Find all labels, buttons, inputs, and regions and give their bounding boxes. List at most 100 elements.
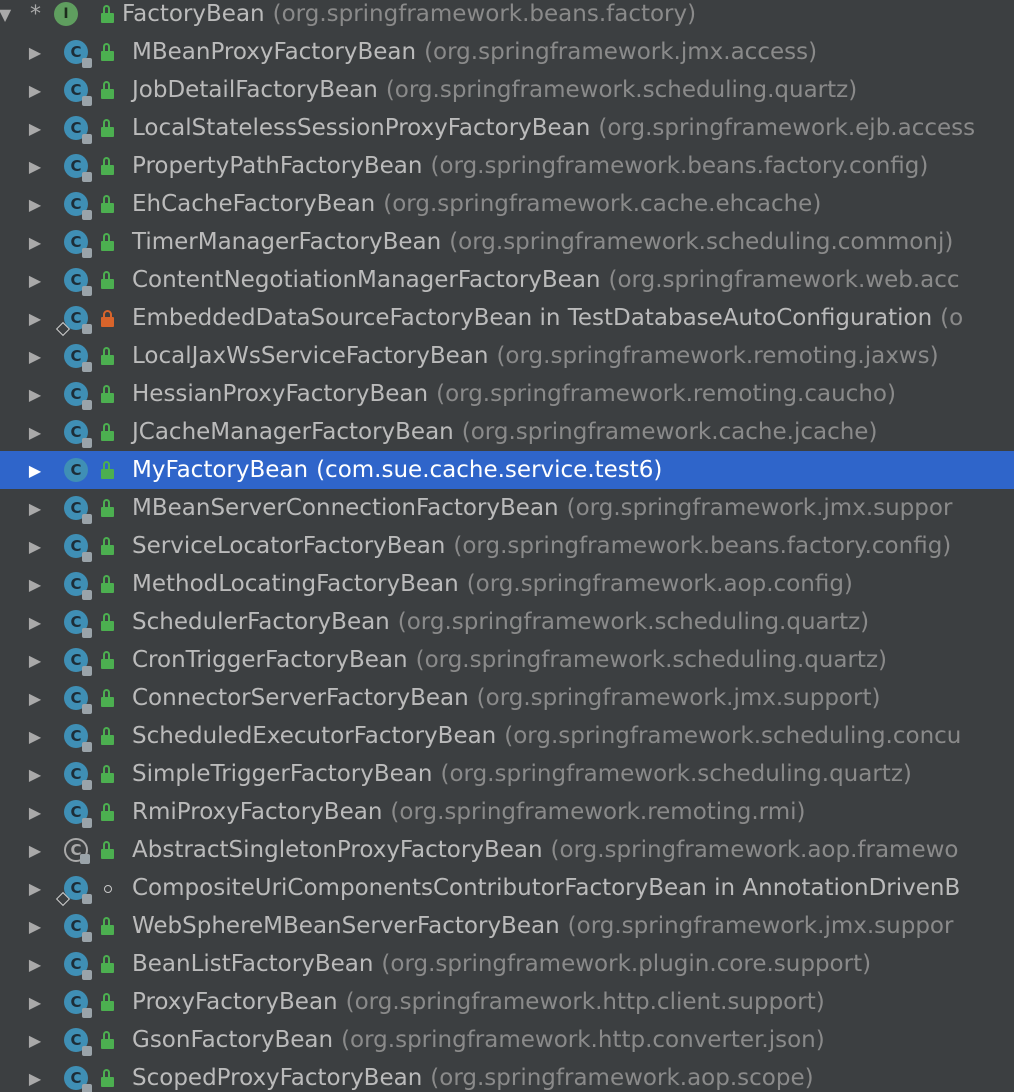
- class-name: EmbeddedDataSourceFactoryBean in TestDat…: [132, 305, 933, 331]
- tree-row[interactable]: ▶ C SimpleTriggerFactoryBean (org.springfra…: [0, 755, 1014, 793]
- tree-row[interactable]: ▶ C MBeanProxyFactoryBean (org.springframew…: [0, 33, 1014, 71]
- tree-row[interactable]: ▶ C JCacheManagerFactoryBean (org.springfra…: [0, 413, 1014, 451]
- tree-row[interactable]: ▶ C ScheduledExecutorFactoryBean (org.sprin…: [0, 717, 1014, 755]
- public-lock-icon: [98, 423, 116, 441]
- chevron-right-icon[interactable]: ▶: [24, 907, 46, 945]
- chevron-right-icon[interactable]: ▶: [24, 603, 46, 641]
- chevron-right-icon[interactable]: ▶: [24, 717, 46, 755]
- class-name: LocalStatelessSessionProxyFactoryBean: [132, 115, 591, 141]
- chevron-right-icon[interactable]: ▶: [24, 565, 46, 603]
- chevron-right-icon[interactable]: ▶: [24, 33, 46, 71]
- class-icon: C: [64, 610, 92, 638]
- library-lock-icon: [82, 362, 92, 372]
- class-name: CronTriggerFactoryBean: [132, 647, 408, 673]
- chevron-right-icon[interactable]: ▶: [24, 375, 46, 413]
- class-name: HessianProxyFactoryBean: [132, 381, 429, 407]
- class-name: AbstractSingletonProxyFactoryBean: [132, 837, 543, 863]
- class-icon: C: [64, 686, 92, 714]
- public-lock-icon: [98, 195, 116, 213]
- type-hierarchy-tree[interactable]: ▼ * I FactoryBean (org.springframework.b…: [0, 0, 1014, 1092]
- tree-row[interactable]: ▶ C EmbeddedDataSourceFactoryBean in TestD…: [0, 299, 1014, 337]
- chevron-right-icon[interactable]: ▶: [24, 337, 46, 375]
- chevron-right-icon[interactable]: ▶: [24, 869, 46, 907]
- tree-row[interactable]: ▶ C HessianProxyFactoryBean (org.springfram…: [0, 375, 1014, 413]
- tree-row[interactable]: ▶ C AbstractSingletonProxyFactoryBean (org.…: [0, 831, 1014, 869]
- class-name: LocalJaxWsServiceFactoryBean: [132, 343, 489, 369]
- package-name: (org.springframework.jmx.support): [476, 685, 881, 711]
- class-name: WebSphereMBeanServerFactoryBean: [132, 913, 560, 939]
- chevron-right-icon[interactable]: ▶: [24, 1059, 46, 1092]
- root-marker: *: [30, 1, 41, 27]
- class-icon: C: [64, 762, 92, 790]
- chevron-right-icon[interactable]: ▶: [24, 489, 46, 527]
- library-lock-icon: [82, 286, 92, 296]
- root-class-name: FactoryBean: [122, 1, 265, 27]
- class-name: ConnectorServerFactoryBean: [132, 685, 469, 711]
- package-name: (org.springframework.plugin.core.support…: [381, 951, 872, 977]
- chevron-right-icon[interactable]: ▶: [24, 793, 46, 831]
- root-package-name: (org.springframework.beans.factory): [272, 1, 697, 27]
- chevron-right-icon[interactable]: ▶: [24, 71, 46, 109]
- package-name: (com.sue.cache.service.test6): [316, 457, 663, 483]
- chevron-right-icon[interactable]: ▶: [24, 451, 46, 489]
- class-name: ContentNegotiationManagerFactoryBean: [132, 267, 601, 293]
- package-name: (org.springframework.scheduling.commonj): [449, 229, 954, 255]
- tree-row[interactable]: ▶ C LocalStatelessSessionProxyFactoryBean (…: [0, 109, 1014, 147]
- public-lock-icon: [98, 499, 116, 517]
- chevron-right-icon[interactable]: ▶: [24, 223, 46, 261]
- chevron-right-icon[interactable]: ▶: [24, 831, 46, 869]
- chevron-right-icon[interactable]: ▶: [24, 983, 46, 1021]
- package-name: (org.springframework.jmx.suppor: [567, 913, 954, 939]
- tree-row[interactable]: ▶ C ServiceLocatorFactoryBean (org.springfr…: [0, 527, 1014, 565]
- chevron-right-icon[interactable]: ▶: [24, 679, 46, 717]
- tree-row[interactable]: ▶ C JobDetailFactoryBean (org.springframewo…: [0, 71, 1014, 109]
- tree-row[interactable]: ▶ C RmiProxyFactoryBean (org.springframewor…: [0, 793, 1014, 831]
- package-visibility-icon: [98, 879, 116, 897]
- chevron-right-icon[interactable]: ▶: [24, 185, 46, 223]
- public-lock-icon: [98, 81, 116, 99]
- chevron-right-icon[interactable]: ▶: [24, 261, 46, 299]
- tree-row[interactable]: ▶ C EhCacheFactoryBean (org.springframework…: [0, 185, 1014, 223]
- tree-row[interactable]: ▶ C LocalJaxWsServiceFactoryBean (org.sprin…: [0, 337, 1014, 375]
- tree-row[interactable]: ▶ C ProxyFactoryBean (org.springframework.h…: [0, 983, 1014, 1021]
- inner-class-marker-icon: [55, 321, 71, 337]
- package-name: (org.springframework.jmx.suppor: [566, 495, 953, 521]
- chevron-right-icon[interactable]: ▶: [24, 299, 46, 337]
- class-icon: C: [64, 1066, 92, 1092]
- package-name: (org.springframework.remoting.caucho): [436, 381, 896, 407]
- chevron-right-icon[interactable]: ▶: [24, 755, 46, 793]
- library-lock-icon: [82, 172, 92, 182]
- library-lock-icon: [82, 666, 92, 676]
- chevron-right-icon[interactable]: ▶: [24, 945, 46, 983]
- class-icon: C: [64, 420, 92, 448]
- public-lock-icon: [98, 575, 116, 593]
- tree-root-row[interactable]: ▼ * I FactoryBean (org.springframework.b…: [0, 0, 1014, 33]
- tree-row[interactable]: ▶ C ConnectorServerFactoryBean (org.springf…: [0, 679, 1014, 717]
- tree-row[interactable]: ▶ C PropertyPathFactoryBean (org.springfram…: [0, 147, 1014, 185]
- tree-row[interactable]: ▶ C MyFactoryBean (com.sue.cache.service.te…: [0, 451, 1014, 489]
- chevron-right-icon[interactable]: ▶: [24, 413, 46, 451]
- tree-row[interactable]: ▶ C MethodLocatingFactoryBean (org.springfr…: [0, 565, 1014, 603]
- chevron-right-icon[interactable]: ▶: [24, 109, 46, 147]
- library-lock-icon: [82, 58, 92, 68]
- package-name: (org.springframework.beans.factory.confi…: [453, 533, 952, 559]
- tree-row[interactable]: ▶ C CronTriggerFactoryBean (org.springframe…: [0, 641, 1014, 679]
- chevron-right-icon[interactable]: ▶: [24, 641, 46, 679]
- tree-row[interactable]: ▶ C MBeanServerConnectionFactoryBean (org.s…: [0, 489, 1014, 527]
- chevron-right-icon[interactable]: ▶: [24, 527, 46, 565]
- tree-row[interactable]: ▶ C GsonFactoryBean (org.springframework.ht…: [0, 1021, 1014, 1059]
- library-lock-icon: [82, 438, 92, 448]
- chevron-right-icon[interactable]: ▶: [24, 1021, 46, 1059]
- chevron-down-icon[interactable]: ▼: [0, 0, 16, 33]
- tree-row[interactable]: ▶ C ContentNegotiationManagerFactoryBean (o…: [0, 261, 1014, 299]
- tree-row[interactable]: ▶ C BeanListFactoryBean (org.springframewor…: [0, 945, 1014, 983]
- tree-row[interactable]: ▶ C SchedulerFactoryBean (org.springframewo…: [0, 603, 1014, 641]
- class-icon: C: [64, 724, 92, 752]
- tree-row[interactable]: ▶ C CompositeUriComponentsContributorFacto…: [0, 869, 1014, 907]
- tree-row[interactable]: ▶ C ScopedProxyFactoryBean (org.springframe…: [0, 1059, 1014, 1092]
- tree-row[interactable]: ▶ C WebSphereMBeanServerFactoryBean (org.sp…: [0, 907, 1014, 945]
- public-lock-icon: [98, 43, 116, 61]
- tree-row[interactable]: ▶ C TimerManagerFactoryBean (org.springfram…: [0, 223, 1014, 261]
- chevron-right-icon[interactable]: ▶: [24, 147, 46, 185]
- package-name: (org.springframework.scheduling.quartz): [397, 609, 870, 635]
